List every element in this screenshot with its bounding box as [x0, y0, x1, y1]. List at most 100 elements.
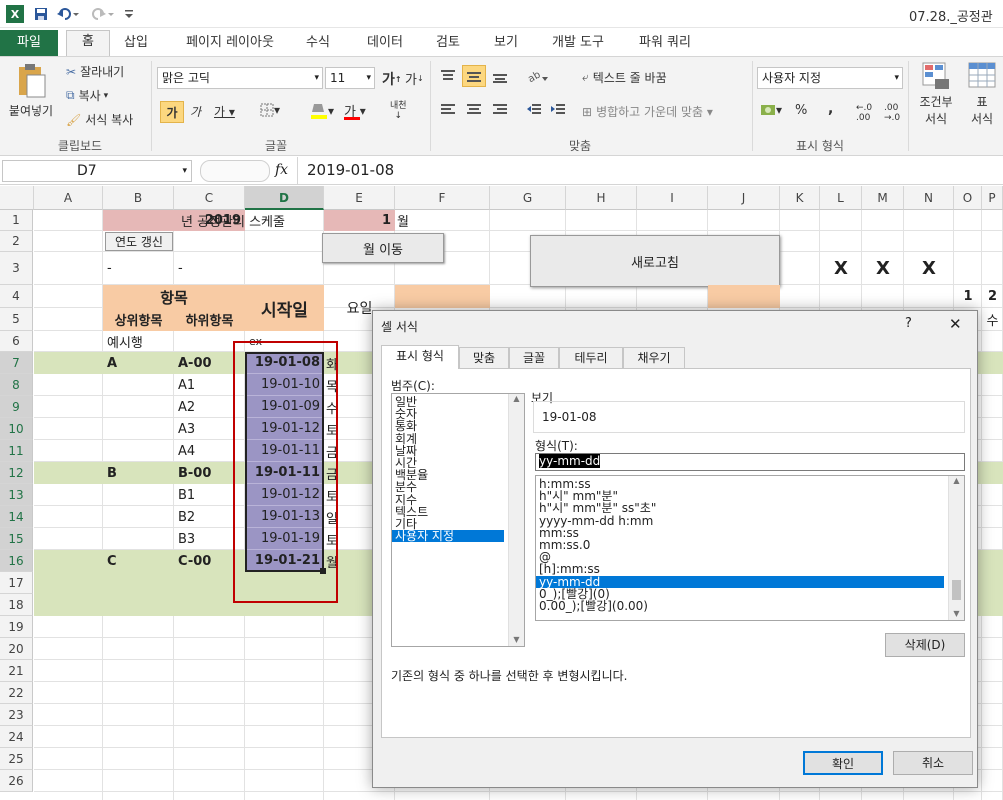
format-item[interactable]: yy-mm-dd: [536, 575, 944, 588]
row-header-23[interactable]: 23: [0, 704, 33, 726]
redo-icon[interactable]: [88, 5, 116, 23]
grow-font-icon[interactable]: 가 ↑: [382, 69, 402, 89]
format-item[interactable]: h"시" mm"분" ss"초": [536, 502, 964, 514]
chevron-up-icon[interactable]: ▲: [949, 476, 964, 485]
row-header-24[interactable]: 24: [0, 726, 33, 748]
paste-button[interactable]: 붙여넣기: [8, 63, 54, 135]
select-all-corner[interactable]: [0, 186, 34, 210]
tab-home[interactable]: 홈: [66, 30, 110, 57]
row-header-4[interactable]: 4: [0, 285, 33, 308]
align-right-icon[interactable]: [492, 103, 508, 117]
help-icon[interactable]: ?: [905, 316, 912, 331]
column-header-a[interactable]: A: [34, 186, 103, 210]
column-header-p[interactable]: P: [982, 186, 1003, 210]
row-header-26[interactable]: 26: [0, 770, 33, 792]
month-move-button[interactable]: 월 이동: [322, 233, 444, 263]
tab-formulas[interactable]: 수식: [298, 32, 338, 56]
format-as-table-button[interactable]: 표 서식: [962, 61, 1002, 127]
row-header-12[interactable]: 12: [0, 462, 33, 484]
merge-center-button[interactable]: ⊞ 병합하고 가운데 맞춤 ▾: [582, 103, 713, 120]
name-box[interactable]: D7 ▾: [2, 160, 192, 182]
font-color-icon[interactable]: 가 ▾: [344, 101, 366, 120]
tab-developer[interactable]: 개발 도구: [544, 32, 612, 56]
italic-icon[interactable]: 가: [190, 103, 201, 120]
comma-icon[interactable]: ,: [828, 101, 833, 117]
category-item[interactable]: 회계: [392, 432, 524, 445]
align-top-icon[interactable]: [440, 69, 456, 83]
orientation-icon[interactable]: ab: [526, 67, 548, 83]
tab-data[interactable]: 데이터: [358, 32, 412, 56]
fill-handle[interactable]: [320, 568, 326, 574]
tab-number[interactable]: 표시 형식: [381, 345, 459, 369]
tab-review[interactable]: 검토: [428, 32, 468, 56]
tab-border[interactable]: 테두리: [559, 347, 623, 369]
format-item[interactable]: 0.00_);[빨강](0.00): [536, 600, 964, 612]
category-list[interactable]: 일반 숫자 통화 회계 날짜 시간 백분율 분수 지수 텍스트 기타 사용자 지정 ▲ ▼: [391, 393, 525, 647]
parent-item[interactable]: [103, 528, 174, 550]
parent-item[interactable]: C: [103, 550, 174, 572]
customize-qat-icon[interactable]: [122, 5, 136, 23]
year-update-button[interactable]: 연도 갱신: [105, 232, 173, 251]
tab-view[interactable]: 보기: [486, 32, 526, 56]
formula-input[interactable]: 2019-01-08: [307, 161, 394, 179]
row-header-21[interactable]: 21: [0, 660, 33, 682]
tab-power-query[interactable]: 파워 쿼리: [630, 32, 700, 56]
category-item[interactable]: 통화: [392, 420, 524, 432]
close-icon[interactable]: ✕: [949, 315, 962, 333]
ok-button[interactable]: 확인: [803, 751, 883, 775]
wrap-text-button[interactable]: ⤶ 텍스트 줄 바꿈: [582, 69, 667, 86]
border-icon[interactable]: ▾: [260, 103, 280, 117]
scrollbar-thumb[interactable]: [952, 580, 961, 600]
row-header-2[interactable]: 2: [0, 231, 33, 252]
increase-decimal-icon[interactable]: ←.0.00: [856, 103, 872, 123]
parent-item[interactable]: B: [103, 462, 174, 484]
chevron-down-icon[interactable]: ▼: [949, 609, 964, 618]
align-left-icon[interactable]: [440, 103, 456, 117]
fill-color-icon[interactable]: ▾: [310, 101, 334, 121]
chevron-down-icon[interactable]: ▼: [509, 635, 524, 644]
parent-item[interactable]: [103, 418, 174, 440]
row-header-1[interactable]: 1: [0, 210, 33, 231]
parent-item[interactable]: [103, 374, 174, 396]
column-header-e[interactable]: E: [324, 186, 395, 210]
font-size-select[interactable]: 11 ▾: [325, 67, 375, 89]
tab-file[interactable]: 파일: [0, 30, 58, 56]
column-header-g[interactable]: G: [490, 186, 566, 210]
column-header-o[interactable]: O: [954, 186, 982, 210]
month-cell[interactable]: 1: [324, 210, 395, 231]
format-item[interactable]: @: [536, 551, 964, 563]
row-header-17[interactable]: 17: [0, 572, 33, 594]
format-painter-button[interactable]: 🖌 서식 복사: [66, 111, 133, 128]
column-header-m[interactable]: M: [862, 186, 904, 210]
category-scrollbar[interactable]: ▲ ▼: [508, 394, 524, 646]
decrease-indent-icon[interactable]: [526, 103, 542, 117]
column-header-d[interactable]: D: [245, 186, 324, 210]
column-header-l[interactable]: L: [820, 186, 862, 210]
format-item[interactable]: mm:ss.0: [536, 539, 964, 551]
tab-fill[interactable]: 채우기: [623, 347, 685, 369]
column-header-f[interactable]: F: [395, 186, 490, 210]
column-header-i[interactable]: I: [637, 186, 708, 210]
row-header-19[interactable]: 19: [0, 616, 33, 638]
row-header-15[interactable]: 15: [0, 528, 33, 550]
format-scrollbar[interactable]: ▲ ▼: [948, 476, 964, 620]
phonetic-icon[interactable]: 내천 ↓: [390, 101, 407, 121]
increase-indent-icon[interactable]: [550, 103, 566, 117]
category-item[interactable]: 지수: [392, 493, 524, 506]
column-header-n[interactable]: N: [904, 186, 954, 210]
category-item[interactable]: 사용자 지정: [392, 530, 504, 543]
tab-page-layout[interactable]: 페이지 레이아웃: [176, 32, 284, 56]
percent-icon[interactable]: %: [795, 103, 807, 118]
save-icon[interactable]: [32, 5, 50, 23]
undo-icon[interactable]: [55, 5, 81, 23]
row-header-16[interactable]: 16: [0, 550, 33, 572]
parent-item[interactable]: [103, 396, 174, 418]
row-header-20[interactable]: 20: [0, 638, 33, 660]
format-item[interactable]: yyyy-mm-dd h:mm: [536, 514, 964, 527]
tab-font[interactable]: 글꼴: [509, 347, 559, 369]
column-header-b[interactable]: B: [103, 186, 174, 210]
refresh-button[interactable]: 새로고침: [530, 235, 780, 287]
row-header-10[interactable]: 10: [0, 418, 33, 440]
delete-button[interactable]: 삭제(D): [885, 633, 965, 657]
underline-icon[interactable]: 가 ▾: [214, 103, 235, 120]
